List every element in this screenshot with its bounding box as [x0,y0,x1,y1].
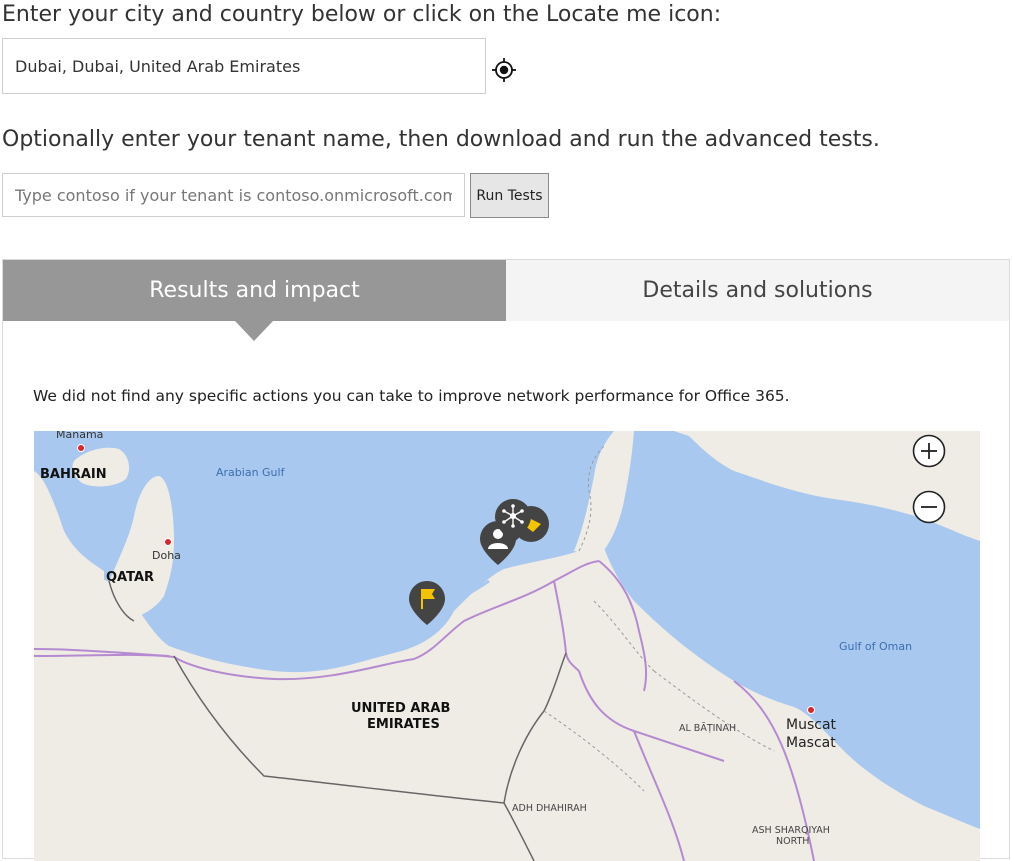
tenant-heading: Optionally enter your tenant name, then … [2,127,880,152]
map-label-manama: Manama [56,431,103,441]
map-label-uae-2: EMIRATES [367,717,440,732]
map-label-doha: Doha [152,549,181,562]
tenant-input[interactable] [2,173,465,217]
tab-results-and-impact[interactable]: Results and impact [3,260,506,321]
results-summary: We did not find any specific actions you… [33,387,790,405]
map-label-uae-1: UNITED ARAB [351,701,450,716]
results-map[interactable]: Manama BAHRAIN Arabian Gulf Doha QATAR U… [34,431,980,861]
map-label-gulf-of-oman: Gulf of Oman [839,640,912,653]
location-heading: Enter your city and country below or cli… [2,2,722,27]
zoom-in-button[interactable] [912,434,946,468]
map-label-ash-sharqiyah-2: NORTH [776,836,809,847]
map-label-adh-dhahirah: ADH DHAHIRAH [512,803,587,814]
active-tab-pointer [235,321,273,341]
tab-details-and-solutions[interactable]: Details and solutions [506,260,1009,321]
results-panel: Results and impact Details and solutions… [2,259,1010,861]
map-label-al-batinah: AL BĀṬINAH [679,723,736,734]
map-label-mascat: Mascat [786,735,836,751]
map-label-muscat: Muscat [786,717,837,733]
crosshair-icon[interactable] [492,58,516,82]
location-input[interactable] [2,38,486,94]
minus-icon [912,490,946,524]
zoom-out-button[interactable] [912,490,946,524]
run-tests-button[interactable]: Run Tests [470,173,549,218]
map-label-arabian-gulf: Arabian Gulf [216,466,286,479]
map-label-qatar: QATAR [106,570,154,585]
plus-icon [912,434,946,468]
map-label-ash-sharqiyah-1: ASH SHARQIYAH [752,825,830,836]
map-canvas[interactable]: Manama BAHRAIN Arabian Gulf Doha QATAR U… [34,431,980,861]
map-label-bahrain: BAHRAIN [40,467,107,482]
